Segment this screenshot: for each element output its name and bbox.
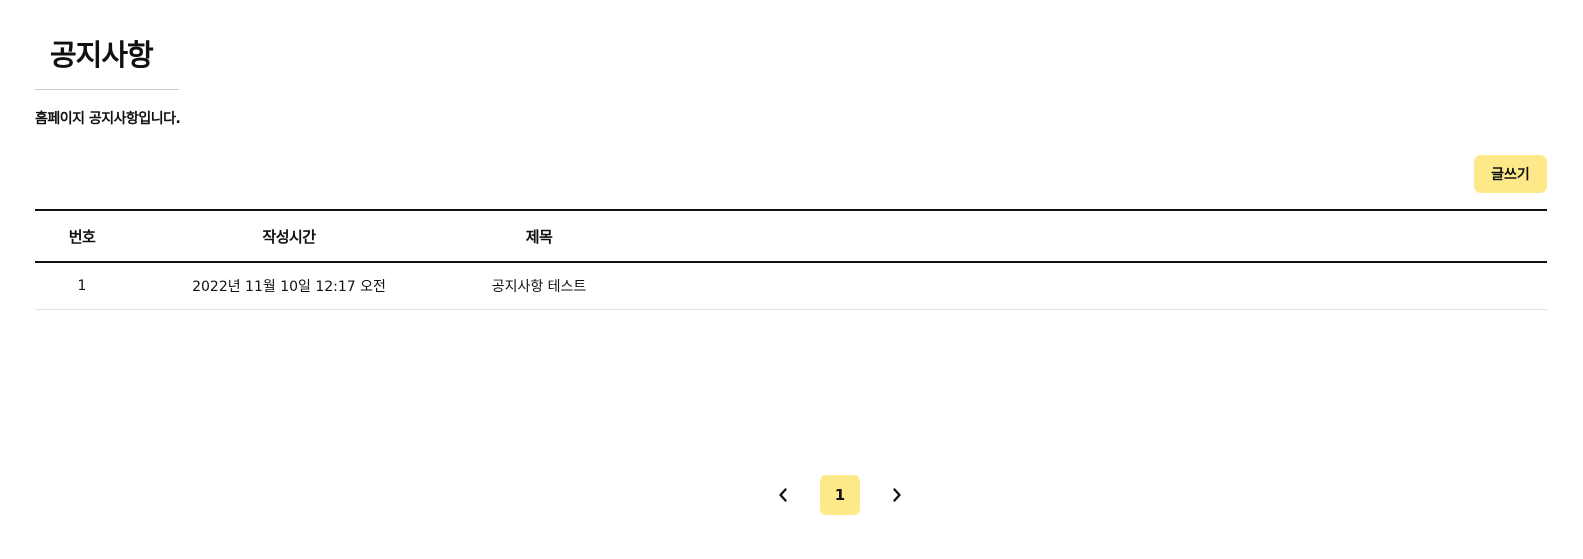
row-title-link[interactable]: 공지사항 테스트: [449, 262, 629, 310]
page-number-button[interactable]: 1: [820, 475, 860, 515]
chevron-right-icon: [893, 488, 901, 502]
table-row[interactable]: 1 2022년 11월 10일 12:17 오전 공지사항 테스트: [35, 262, 1547, 310]
page-description: 홈페이지 공지사항입니다.: [35, 111, 181, 127]
column-header-number: 번호: [35, 209, 129, 263]
write-button[interactable]: 글쓰기: [1474, 155, 1547, 193]
prev-page-button[interactable]: [770, 475, 796, 515]
row-number: 1: [35, 262, 129, 310]
row-spacer: [629, 262, 1547, 310]
chevron-left-icon: [779, 488, 787, 502]
column-header-spacer: [629, 209, 1547, 263]
title-divider: [35, 89, 179, 90]
column-header-title: 제목: [449, 209, 629, 263]
page-title: 공지사항: [50, 38, 154, 72]
next-page-button[interactable]: [884, 475, 910, 515]
column-header-created: 작성시간: [129, 209, 449, 263]
row-created: 2022년 11월 10일 12:17 오전: [129, 262, 449, 310]
pagination: 1: [770, 475, 910, 515]
notice-table: 번호 작성시간 제목 1 2022년 11월 10일 12:17 오전 공지사항…: [35, 209, 1547, 310]
table-header-row: 번호 작성시간 제목: [35, 209, 1547, 263]
notice-page: 공지사항 홈페이지 공지사항입니다. 글쓰기 번호 작성시간 제목 1 2022…: [0, 0, 1583, 559]
